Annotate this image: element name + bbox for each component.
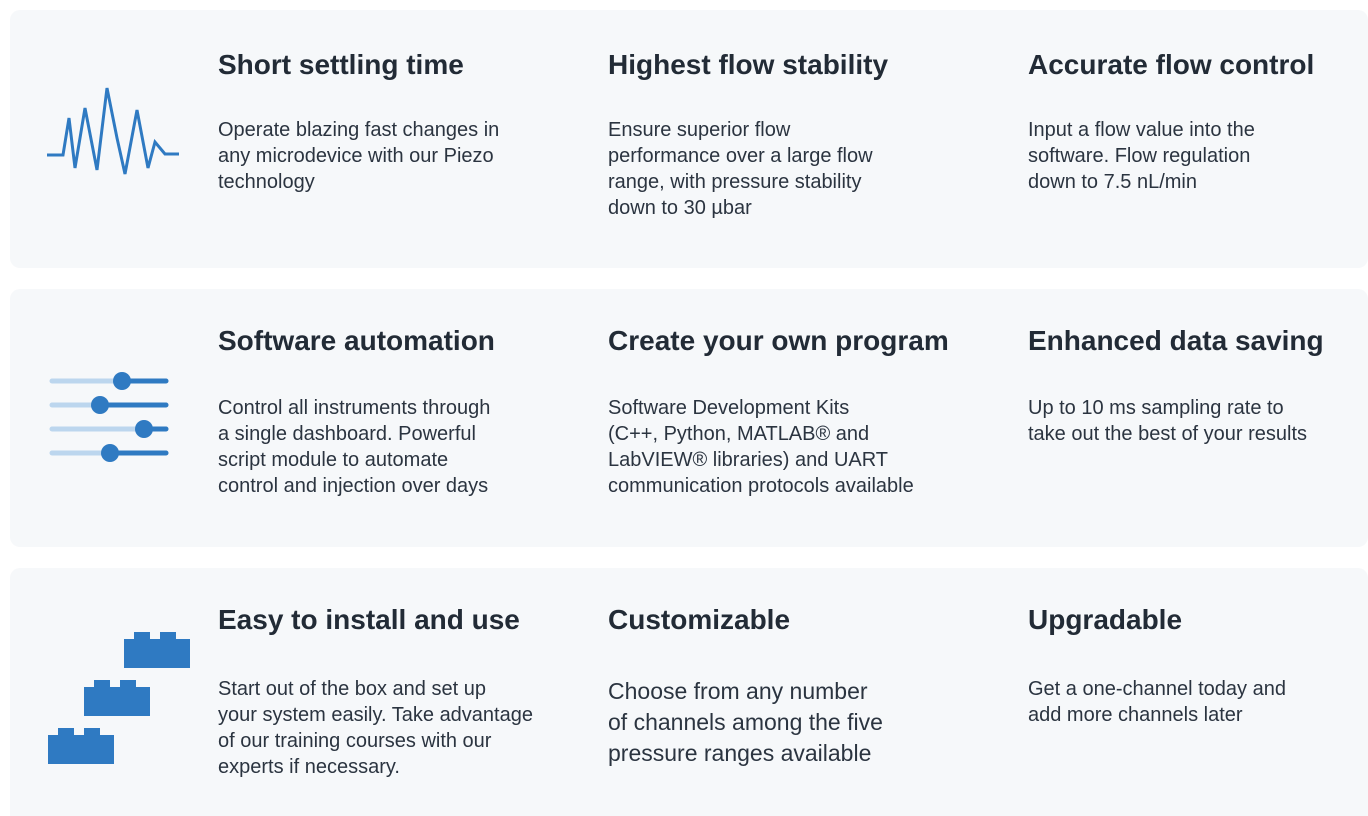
feature-description: Software Development Kits (C++, Python, … bbox=[608, 397, 914, 497]
feature-description: Choose from any number of channels among… bbox=[608, 678, 883, 766]
feature-title: Short settling time bbox=[218, 49, 464, 80]
feature-title: Highest flow stability bbox=[608, 49, 889, 80]
feature-title: Accurate flow control bbox=[1028, 49, 1315, 80]
feature-title: Upgradable bbox=[1028, 604, 1183, 635]
feature-title: Enhanced data saving bbox=[1028, 325, 1324, 356]
building-blocks-icon bbox=[48, 632, 190, 764]
feature-title: Easy to install and use bbox=[218, 604, 520, 635]
feature-description: Input a flow value into the software. Fl… bbox=[1028, 119, 1255, 193]
waveform-icon bbox=[47, 87, 179, 175]
sliders-icon bbox=[49, 372, 169, 462]
feature-title: Customizable bbox=[608, 604, 791, 635]
feature-description: Operate blazing fast changes in any micr… bbox=[218, 119, 500, 193]
feature-card-performance: Short settling time Operate blazing fast… bbox=[10, 10, 1368, 268]
feature-description: Get a one-channel today and add more cha… bbox=[1028, 678, 1286, 726]
feature-description: Start out of the box and set up your sys… bbox=[218, 678, 533, 778]
feature-title: Create your own program bbox=[608, 325, 949, 356]
feature-card-software: Software automation Control all instrume… bbox=[10, 289, 1368, 547]
feature-description: Control all instruments through a single… bbox=[218, 397, 491, 497]
feature-card-usability: Easy to install and use Start out of the… bbox=[10, 568, 1368, 816]
feature-description: Up to 10 ms sampling rate to take out th… bbox=[1028, 397, 1308, 445]
feature-description: Ensure superior flow performance over a … bbox=[608, 119, 873, 219]
feature-title: Software automation bbox=[218, 325, 495, 356]
